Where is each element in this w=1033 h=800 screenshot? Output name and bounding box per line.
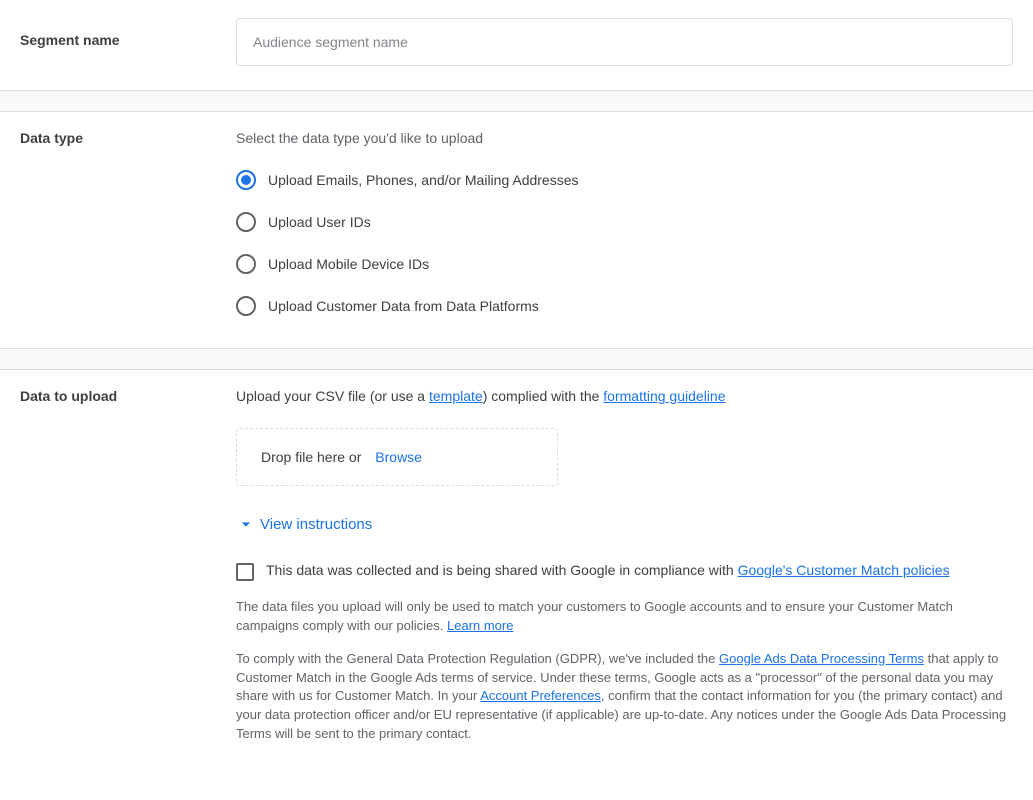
radio-option-data-platforms[interactable]: Upload Customer Data from Data Platforms bbox=[236, 296, 1013, 316]
radio-label: Upload User IDs bbox=[268, 214, 371, 230]
compliance-text: This data was collected and is being sha… bbox=[266, 562, 950, 578]
data-type-body: Select the data type you'd like to uploa… bbox=[236, 130, 1013, 324]
segment-name-label: Segment name bbox=[20, 18, 236, 66]
compliance-checkbox[interactable] bbox=[236, 563, 254, 581]
segment-name-body bbox=[236, 18, 1013, 66]
radio-icon bbox=[236, 170, 256, 190]
radio-icon bbox=[236, 212, 256, 232]
fineprint-gdpr-a: To comply with the General Data Protecti… bbox=[236, 651, 719, 666]
data-type-radio-list: Upload Emails, Phones, and/or Mailing Ad… bbox=[236, 170, 1013, 316]
data-processing-terms-link[interactable]: Google Ads Data Processing Terms bbox=[719, 651, 924, 666]
segment-name-section: Segment name bbox=[0, 0, 1033, 90]
data-type-label: Data type bbox=[20, 130, 236, 324]
upload-hint-pre: Upload your CSV file (or use a bbox=[236, 388, 429, 404]
template-link[interactable]: template bbox=[429, 388, 483, 404]
fineprint-usage-text: The data files you upload will only be u… bbox=[236, 599, 953, 633]
data-type-section: Data type Select the data type you'd lik… bbox=[0, 112, 1033, 348]
fineprint-gdpr: To comply with the General Data Protecti… bbox=[236, 650, 1013, 744]
account-preferences-link[interactable]: Account Preferences bbox=[480, 688, 601, 703]
data-upload-label: Data to upload bbox=[20, 388, 236, 758]
compliance-text-pre: This data was collected and is being sha… bbox=[266, 562, 738, 578]
radio-icon bbox=[236, 296, 256, 316]
radio-option-emails-phones-mailing[interactable]: Upload Emails, Phones, and/or Mailing Ad… bbox=[236, 170, 1013, 190]
data-upload-section: Data to upload Upload your CSV file (or … bbox=[0, 370, 1033, 782]
learn-more-link[interactable]: Learn more bbox=[447, 618, 513, 633]
upload-hint: Upload your CSV file (or use a template)… bbox=[236, 388, 1013, 404]
section-divider bbox=[0, 348, 1033, 370]
file-dropzone[interactable]: Drop file here or Browse bbox=[236, 428, 558, 486]
chevron-down-icon bbox=[236, 514, 256, 534]
dropzone-text: Drop file here or bbox=[261, 449, 361, 465]
compliance-row: This data was collected and is being sha… bbox=[236, 562, 1013, 580]
segment-name-input[interactable] bbox=[236, 18, 1013, 66]
customer-match-policies-link[interactable]: Google's Customer Match policies bbox=[738, 562, 950, 578]
radio-icon bbox=[236, 254, 256, 274]
data-upload-body: Upload your CSV file (or use a template)… bbox=[236, 388, 1013, 758]
data-type-hint: Select the data type you'd like to uploa… bbox=[236, 130, 1013, 146]
upload-hint-mid: ) complied with the bbox=[483, 388, 604, 404]
formatting-guideline-link[interactable]: formatting guideline bbox=[603, 388, 725, 404]
radio-label: Upload Mobile Device IDs bbox=[268, 256, 429, 272]
view-instructions-label: View instructions bbox=[260, 516, 372, 533]
radio-label: Upload Emails, Phones, and/or Mailing Ad… bbox=[268, 172, 579, 188]
fineprint-usage: The data files you upload will only be u… bbox=[236, 598, 1013, 636]
view-instructions-toggle[interactable]: View instructions bbox=[236, 514, 1013, 534]
radio-option-user-ids[interactable]: Upload User IDs bbox=[236, 212, 1013, 232]
section-divider bbox=[0, 90, 1033, 112]
radio-option-mobile-device-ids[interactable]: Upload Mobile Device IDs bbox=[236, 254, 1013, 274]
browse-button[interactable]: Browse bbox=[375, 449, 422, 465]
radio-label: Upload Customer Data from Data Platforms bbox=[268, 298, 539, 314]
